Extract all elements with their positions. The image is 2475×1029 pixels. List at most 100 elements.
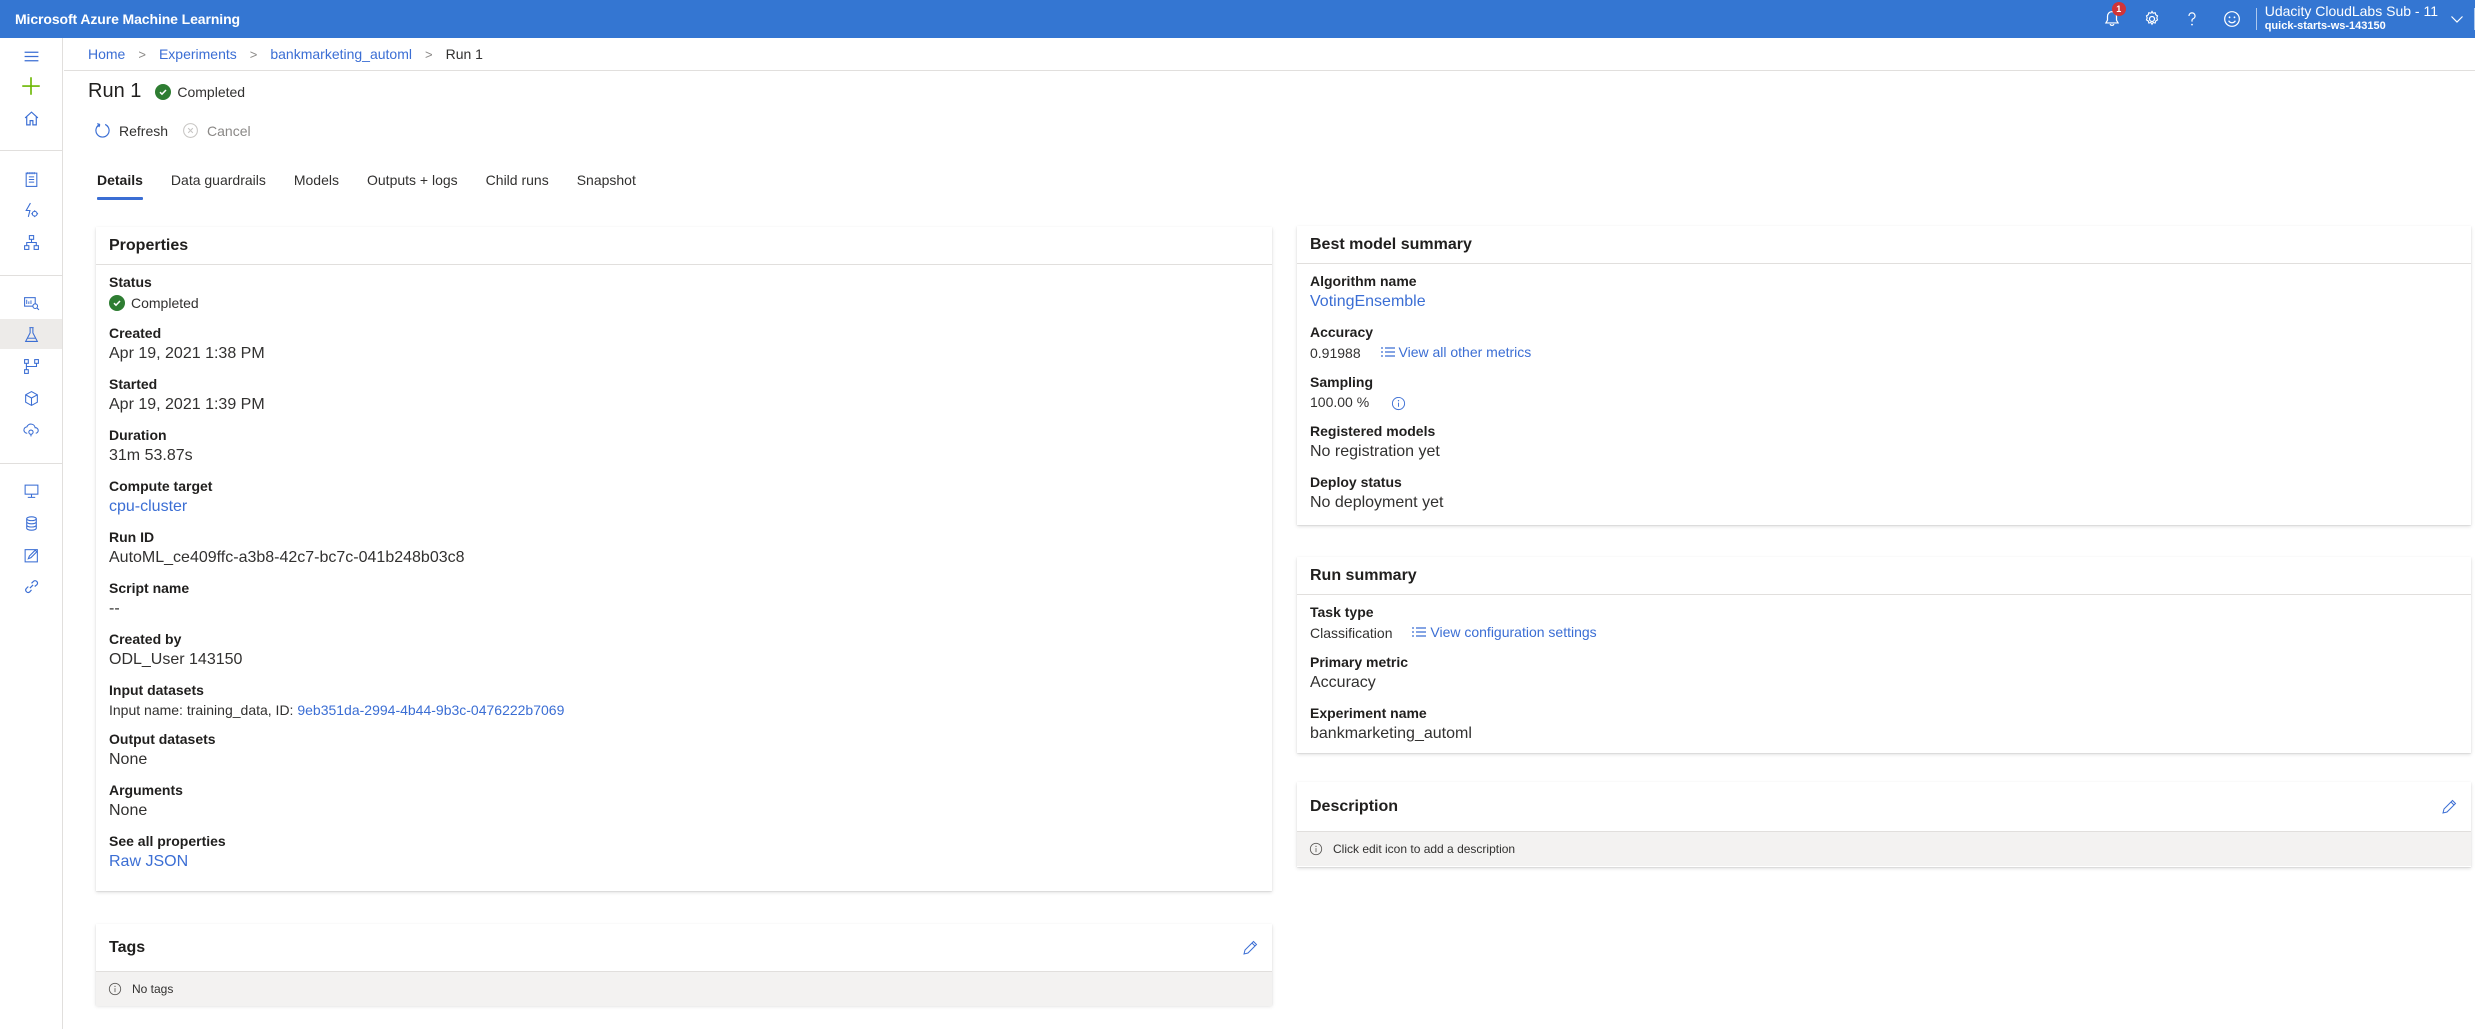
nav-linked-services[interactable] (0, 571, 62, 601)
nav-experiments[interactable] (0, 319, 62, 349)
deploy-status-field: Deploy status No deployment yet (1310, 473, 2458, 514)
account-dropdown-button[interactable] (2444, 0, 2470, 38)
refresh-button[interactable]: Refresh (94, 122, 168, 139)
arguments-value: None (109, 802, 148, 819)
tags-title: Tags (109, 938, 146, 956)
tags-empty-message: No tags (96, 972, 1272, 1006)
datasets-icon (23, 296, 39, 310)
description-empty-text: Click edit icon to add a description (1333, 842, 1516, 856)
see-all-properties-field: See all properties Raw JSON (109, 832, 1259, 873)
field-label: Status (109, 274, 152, 290)
tab-details[interactable]: Details (97, 172, 143, 200)
nav-datasets[interactable] (0, 288, 62, 318)
nav-endpoints[interactable] (0, 414, 62, 444)
script-name-value: -- (109, 600, 120, 617)
list-icon (1412, 627, 1427, 637)
breadcrumb-separator: > (425, 46, 433, 62)
tab-data-guardrails[interactable]: Data guardrails (171, 172, 266, 200)
field-label: Duration (109, 427, 167, 443)
field-label: Arguments (109, 782, 183, 798)
nav-home[interactable] (0, 103, 62, 133)
field-label: Started (109, 376, 158, 392)
field-label: Task type (1310, 604, 1374, 620)
nav-designer[interactable] (0, 227, 62, 257)
sampling-info-button[interactable] (1391, 396, 1406, 411)
breadcrumb-home[interactable]: Home (88, 46, 125, 62)
tab-child-runs[interactable]: Child runs (486, 172, 549, 200)
plus-icon (22, 77, 40, 95)
nav-notebooks[interactable] (0, 164, 62, 194)
nav-datastores[interactable] (0, 508, 62, 538)
edit-description-button[interactable] (2439, 797, 2459, 817)
breadcrumb-experiment[interactable]: bankmarketing_automl (270, 46, 412, 62)
help-button[interactable] (2172, 0, 2212, 38)
check-circle-icon (155, 83, 172, 100)
created-value: Apr 19, 2021 1:38 PM (109, 345, 265, 362)
tags-header: Tags (96, 924, 1272, 972)
tab-outputs-logs[interactable]: Outputs + logs (367, 172, 458, 200)
field-label: Created by (109, 631, 182, 647)
created-field: Created Apr 19, 2021 1:38 PM (109, 324, 1259, 365)
compute-icon (24, 484, 38, 498)
duration-field: Duration 31m 53.87s (109, 426, 1259, 467)
input-dataset-link[interactable]: 9eb351da-2994-4b44-9b3c-0476222b7069 (297, 702, 564, 718)
view-all-metrics-link[interactable]: View all other metrics (1380, 342, 1531, 362)
properties-card: Properties Status Completed Created Apr … (96, 227, 1272, 891)
database-icon (25, 515, 37, 531)
view-configuration-link[interactable]: View configuration settings (1412, 622, 1597, 642)
cancel-button[interactable]: Cancel (182, 122, 251, 139)
info-icon (1392, 396, 1406, 410)
pencil-icon (2442, 799, 2457, 814)
chevron-down-icon (2451, 16, 2463, 23)
deploy-status-value: No deployment yet (1310, 494, 1444, 511)
automl-icon (24, 202, 38, 217)
compute-target-link[interactable]: cpu-cluster (109, 498, 187, 515)
best-model-summary-card: Best model summary Algorithm name Voting… (1297, 226, 2471, 525)
script-name-field: Script name -- (109, 579, 1259, 620)
home-icon (24, 110, 38, 125)
nav-menu-button[interactable] (0, 41, 62, 71)
breadcrumb-experiments[interactable]: Experiments (159, 46, 237, 62)
properties-title: Properties (96, 227, 1272, 265)
breadcrumb-separator: > (138, 46, 146, 62)
notifications-button[interactable]: 1 (2092, 0, 2132, 38)
field-label: Algorithm name (1310, 273, 1417, 289)
account-switcher[interactable]: Udacity CloudLabs Sub - 11 quick-starts-… (2265, 4, 2438, 34)
pencil-icon (1243, 940, 1258, 955)
registered-models-value: No registration yet (1310, 443, 1440, 460)
nav-models[interactable] (0, 383, 62, 413)
page-title: Run 1 (88, 80, 142, 102)
cube-icon (24, 390, 38, 406)
tab-snapshot[interactable]: Snapshot (577, 172, 636, 200)
raw-json-link[interactable]: Raw JSON (109, 853, 188, 870)
output-datasets-value: None (109, 751, 148, 768)
help-icon (2188, 12, 2196, 26)
nav-compute[interactable] (0, 476, 62, 506)
account-subscription: Udacity CloudLabs Sub - 11 (2264, 3, 2438, 19)
algorithm-name-link[interactable]: VotingEnsemble (1310, 293, 1426, 310)
duration-value: 31m 53.87s (109, 447, 193, 464)
divider (2255, 8, 2257, 30)
link-icon (24, 579, 38, 593)
nav-new-button[interactable] (0, 71, 62, 101)
breadcrumb-separator: > (249, 46, 258, 62)
nav-data-labeling[interactable] (0, 540, 62, 570)
run-summary-title: Run summary (1297, 557, 2471, 595)
top-bar-actions: 1 Udacity CloudLabs Sub - 11 quick-start… (2092, 0, 2475, 38)
nav-pipelines[interactable] (0, 351, 62, 381)
tab-models[interactable]: Models (294, 172, 339, 200)
nav-divider (0, 463, 62, 464)
edit-tags-button[interactable] (1240, 938, 1260, 958)
app-title[interactable]: Microsoft Azure Machine Learning (0, 11, 240, 27)
experiment-name-field: Experiment name bankmarketing_automl (1310, 704, 2458, 745)
check-circle-icon (109, 295, 125, 311)
settings-button[interactable] (2132, 0, 2172, 38)
feedback-button[interactable] (2212, 0, 2252, 38)
sampling-value: 100.00 % (1310, 394, 1370, 410)
field-label: Compute target (109, 478, 213, 494)
nav-automated-ml[interactable] (0, 195, 62, 225)
run-id-value: AutoML_ce409ffc-a3b8-42c7-bc7c-041b248b0… (109, 549, 465, 566)
field-label: See all properties (109, 833, 226, 849)
pipeline-icon (23, 358, 39, 374)
tags-empty-text: No tags (132, 982, 174, 996)
